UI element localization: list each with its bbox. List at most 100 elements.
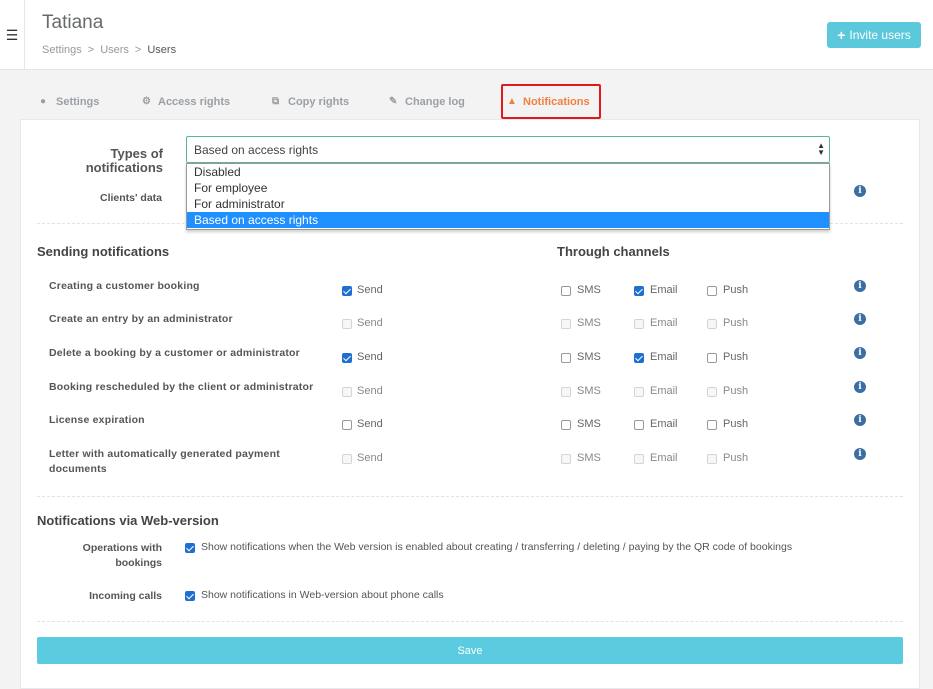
breadcrumb-settings[interactable]: Settings [42,44,82,56]
info-icon[interactable]: i [854,448,866,460]
tab-access-rights[interactable]: ⚙ Access rights [142,86,230,118]
push-checkbox[interactable] [707,353,717,363]
operations-checkbox[interactable] [185,543,195,553]
invite-users-button[interactable]: + Invite users [827,22,921,48]
send-label: Send [357,351,383,363]
sms-checkbox [561,319,571,329]
sms-checkbox[interactable] [561,286,571,296]
notifications-panel: Types of notifications Based on access r… [20,119,920,689]
invite-users-label: Invite users [849,28,911,42]
send-label: Send [357,452,383,464]
push-checkbox[interactable] [707,286,717,296]
sms-label: SMS [577,317,601,329]
push-label: Push [723,418,749,430]
breadcrumb-separator: > [134,44,142,56]
incoming-calls-text: Show notifications in Web-version about … [201,589,444,601]
tab-settings[interactable]: ● Settings [40,86,99,118]
email-label: Email [650,452,678,464]
notification-type-dropdown: Disabled For employee For administrator … [186,163,830,230]
option-for-employee[interactable]: For employee [187,180,829,196]
sms-label: SMS [577,351,601,363]
tab-bar: ● Settings ⚙ Access rights ⧉ Copy rights… [20,84,920,120]
sms-label: SMS [577,452,601,464]
sms-checkbox[interactable] [561,353,571,363]
send-label: Send [357,284,383,296]
email-label: Email [650,351,678,363]
row-label: Booking rescheduled by the client or adm… [49,381,314,393]
email-checkbox[interactable] [634,420,644,430]
channels-title: Through channels [557,244,670,259]
send-label: Send [357,418,383,430]
push-label: Push [723,351,749,363]
sms-checkbox[interactable] [561,420,571,430]
row-label: License expiration [49,414,145,426]
divider [37,496,903,497]
select-value: Based on access rights [194,143,319,157]
breadcrumb-current: Users [147,44,177,56]
send-checkbox [342,387,352,397]
breadcrumb: Settings > Users > Users [42,44,176,56]
tab-label: Copy rights [288,96,350,108]
info-icon[interactable]: i [854,347,866,359]
user-icon: ● [40,96,47,107]
notification-type-select[interactable]: Based on access rights ▲ ▼ [186,136,830,163]
push-checkbox[interactable] [707,420,717,430]
gears-icon: ⚙ [142,96,151,107]
push-label: Push [723,452,749,464]
operations-text: Show notifications when the Web version … [201,541,793,553]
option-based-on-access-rights[interactable]: Based on access rights [187,212,829,228]
select-arrows-icon: ▲ ▼ [817,141,825,157]
save-button[interactable]: Save [37,637,903,664]
row-label: Create an entry by an administrator [49,313,233,325]
incoming-calls-label: Incoming calls [89,590,162,602]
email-label: Email [650,418,678,430]
row-label: Letter with automatically generated paym… [49,448,280,475]
incoming-calls-checkbox[interactable] [185,591,195,601]
email-label: Email [650,385,678,397]
send-checkbox[interactable] [342,286,352,296]
tab-copy-rights[interactable]: ⧉ Copy rights [272,86,349,118]
sms-label: SMS [577,385,601,397]
info-icon[interactable]: i [854,185,866,197]
row-label: Delete a booking by a customer or admini… [49,347,300,359]
send-checkbox [342,454,352,464]
plus-icon: + [837,27,846,43]
tab-label: Change log [405,96,465,108]
push-label: Push [723,385,749,397]
info-icon[interactable]: i [854,414,866,426]
tab-change-log[interactable]: ✎ Change log [389,86,465,118]
email-label: Email [650,317,678,329]
types-label: Types of notifications [85,146,163,175]
send-checkbox[interactable] [342,353,352,363]
sending-title: Sending notifications [37,244,170,259]
email-checkbox [634,319,644,329]
option-disabled[interactable]: Disabled [187,164,829,180]
email-checkbox[interactable] [634,286,644,296]
menu-icon[interactable]: ☰ [0,0,25,70]
info-icon[interactable]: i [854,313,866,325]
send-label: Send [357,317,383,329]
sms-checkbox [561,454,571,464]
send-label: Send [357,385,383,397]
page-title: Tatiana [42,12,104,33]
breadcrumb-users[interactable]: Users [100,44,129,56]
sms-label: SMS [577,418,601,430]
option-for-administrator[interactable]: For administrator [187,196,829,212]
info-icon[interactable]: i [854,280,866,292]
email-checkbox[interactable] [634,353,644,363]
email-label: Email [650,284,678,296]
email-checkbox [634,387,644,397]
push-checkbox [707,387,717,397]
breadcrumb-separator: > [87,44,95,56]
edit-icon: ✎ [389,96,398,107]
sms-checkbox [561,387,571,397]
active-tab-highlight [501,84,601,119]
divider [37,621,903,622]
info-icon[interactable]: i [854,381,866,393]
operations-label: Operations with bookings [82,542,162,569]
push-label: Push [723,317,749,329]
clients-data-label: Clients' data [99,192,162,204]
send-checkbox [342,319,352,329]
row-label: Creating a customer booking [49,280,200,292]
send-checkbox[interactable] [342,420,352,430]
